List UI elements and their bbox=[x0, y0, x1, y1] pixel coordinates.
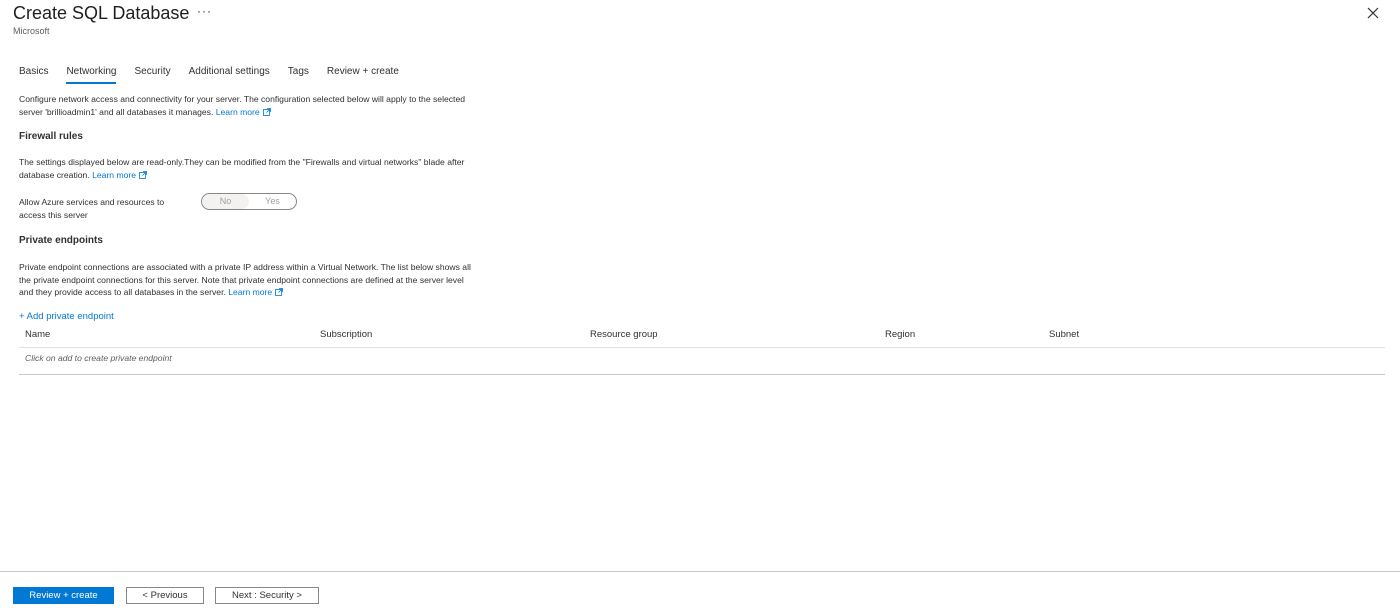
column-header-resource-group[interactable]: Resource group bbox=[590, 329, 658, 340]
toggle-no-option[interactable]: No bbox=[202, 194, 249, 209]
column-header-subscription[interactable]: Subscription bbox=[320, 329, 372, 340]
close-icon[interactable] bbox=[1366, 6, 1380, 20]
tab-basics[interactable]: Basics bbox=[19, 64, 48, 84]
page-subtitle: Microsoft bbox=[13, 26, 50, 36]
private-endpoints-line-3-text: and they provide access to all databases… bbox=[19, 287, 226, 297]
tab-bar: Basics Networking Security Additional se… bbox=[19, 64, 417, 86]
tab-tags[interactable]: Tags bbox=[288, 64, 309, 84]
external-link-icon bbox=[139, 170, 147, 183]
private-endpoints-table: Name Subscription Resource group Region … bbox=[19, 326, 1385, 375]
tab-additional-settings[interactable]: Additional settings bbox=[189, 64, 270, 84]
private-endpoints-description: Private endpoint connections are associa… bbox=[19, 261, 471, 300]
page-title: Create SQL Database bbox=[13, 3, 190, 23]
firewall-line-1: The settings displayed below are read-on… bbox=[19, 157, 465, 167]
tab-networking[interactable]: Networking bbox=[66, 64, 117, 84]
previous-button[interactable]: < Previous bbox=[126, 587, 204, 604]
external-link-icon bbox=[262, 107, 271, 120]
private-endpoints-line-1: Private endpoint connections are associa… bbox=[19, 262, 471, 272]
intro-learn-more-link[interactable]: Learn more bbox=[216, 107, 260, 117]
firewall-line-2-text: database creation. bbox=[19, 169, 90, 180]
next-security-button[interactable]: Next : Security > bbox=[215, 587, 319, 604]
external-link-icon bbox=[275, 287, 284, 300]
intro-line-1: Configure network access and connectivit… bbox=[19, 94, 465, 104]
review-create-button[interactable]: Review + create bbox=[13, 587, 114, 604]
add-private-endpoint-link[interactable]: + Add private endpoint bbox=[19, 311, 114, 322]
table-header-divider bbox=[19, 347, 1385, 348]
column-header-subnet[interactable]: Subnet bbox=[1049, 329, 1079, 340]
private-endpoints-heading: Private endpoints bbox=[19, 235, 103, 246]
allow-azure-services-label-line-2: access this server bbox=[19, 209, 88, 220]
firewall-rules-heading: Firewall rules bbox=[19, 131, 83, 142]
allow-azure-services-toggle[interactable]: No Yes bbox=[201, 193, 297, 210]
footer-divider bbox=[0, 571, 1400, 572]
intro-description: Configure network access and connectivit… bbox=[19, 93, 465, 119]
tab-review-create[interactable]: Review + create bbox=[327, 64, 399, 84]
tab-security[interactable]: Security bbox=[134, 64, 170, 84]
intro-line-2: server 'brillioadmin1' and all databases… bbox=[19, 106, 465, 120]
firewall-line-2: database creation. Learn more bbox=[19, 169, 464, 183]
table-empty-message: Click on add to create private endpoint bbox=[25, 353, 172, 363]
firewall-description: The settings displayed below are read-on… bbox=[19, 156, 464, 182]
toggle-yes-option[interactable]: Yes bbox=[249, 194, 296, 209]
column-header-name[interactable]: Name bbox=[25, 329, 50, 340]
firewall-learn-more-link[interactable]: Learn more bbox=[92, 170, 136, 180]
intro-line-2-text: server 'brillioadmin1' and all databases… bbox=[19, 106, 214, 117]
allow-azure-services-label: Allow Azure services and resources to ac… bbox=[19, 196, 164, 221]
column-header-region[interactable]: Region bbox=[885, 329, 915, 340]
private-endpoints-learn-more-link[interactable]: Learn more bbox=[228, 287, 272, 297]
private-endpoints-line-2: the private endpoint connections for thi… bbox=[19, 274, 464, 285]
more-options-icon[interactable]: ··· bbox=[197, 4, 212, 18]
private-endpoints-line-3: and they provide access to all databases… bbox=[19, 286, 471, 300]
allow-azure-services-label-line-1: Allow Azure services and resources to bbox=[19, 197, 165, 207]
